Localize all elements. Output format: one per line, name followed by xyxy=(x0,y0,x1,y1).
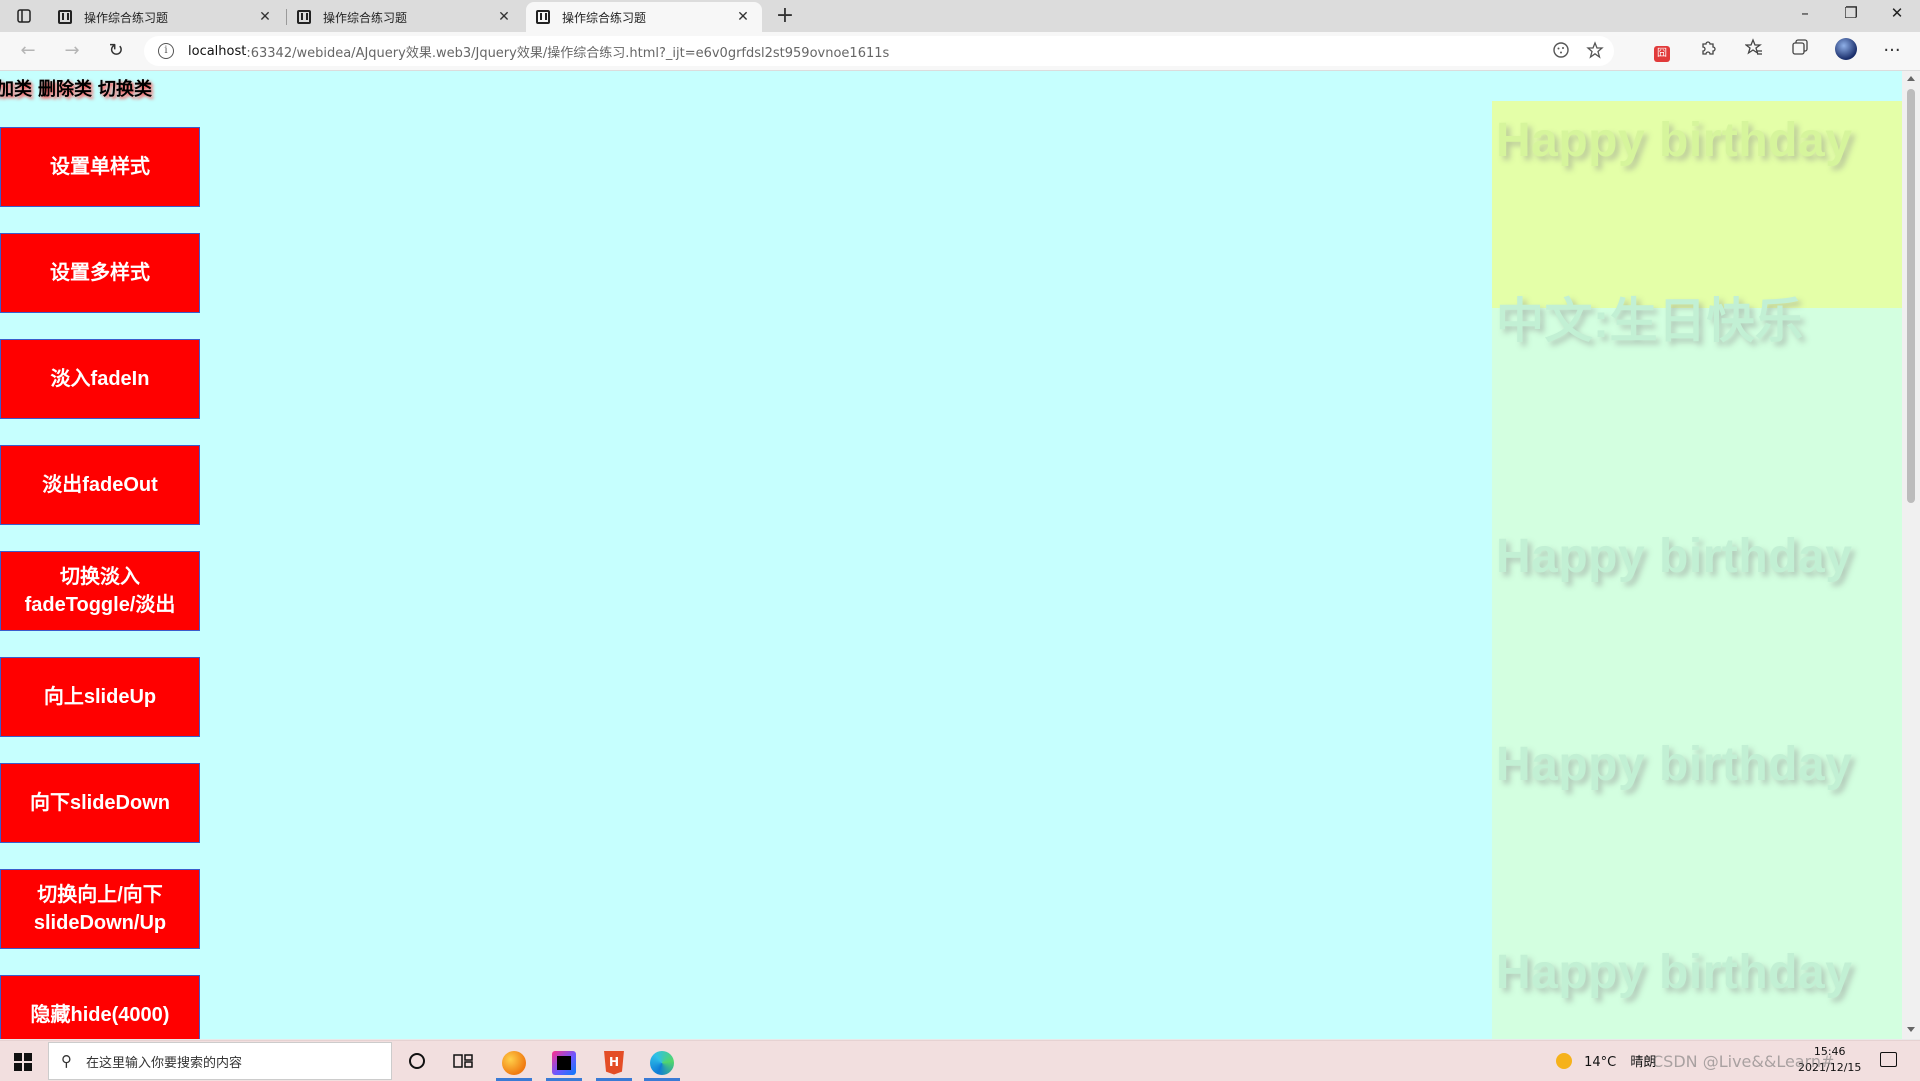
collections-button[interactable] xyxy=(1786,38,1814,64)
task-view-button[interactable] xyxy=(448,1047,478,1075)
taskbar-app-intellij[interactable] xyxy=(544,1044,584,1081)
sun-weather-icon xyxy=(1556,1053,1572,1069)
forward-button[interactable]: → xyxy=(58,38,86,64)
tab-title: 操作综合练习题 xyxy=(562,10,647,25)
tab-close-button[interactable]: ✕ xyxy=(256,9,274,25)
intellij-favicon-icon xyxy=(536,10,550,24)
slide-up-button[interactable]: 向上slideUp xyxy=(0,657,200,737)
more-menu-button[interactable]: ··· xyxy=(1878,38,1906,64)
page-viewport: 加类 删除类 切换类 设置单样式 设置多样式 淡入fadeIn 淡出fadeOut … xyxy=(0,71,1902,1039)
birthday-chinese-text: 中文:生日快乐 xyxy=(1496,295,1804,348)
birthday-repeat-text: Happy birthday xyxy=(1496,530,1853,583)
browser-tab-2[interactable]: 操作综合练习题 ✕ xyxy=(287,2,523,32)
add-favorite-icon[interactable] xyxy=(1586,41,1604,59)
extension-button[interactable]: 囧 xyxy=(1648,38,1676,64)
taskbar-app-html[interactable]: H xyxy=(594,1044,634,1081)
address-bar[interactable]: i localhost:63342/webidea/AJquery效果.web3… xyxy=(144,36,1614,66)
csdn-watermark: CSDN @Live&&Learn# xyxy=(1652,1052,1835,1071)
set-single-style-button[interactable]: 设置单样式 xyxy=(0,127,200,207)
favorites-icon xyxy=(1744,38,1762,55)
close-window-button[interactable]: ✕ xyxy=(1882,4,1912,22)
task-view-icon xyxy=(453,1054,473,1068)
add-class-link[interactable]: 加类 xyxy=(0,79,32,100)
scroll-down-arrow-icon[interactable] xyxy=(1907,1027,1915,1032)
intellij-favicon-icon xyxy=(58,10,72,24)
intellij-app-icon xyxy=(552,1050,576,1075)
scroll-thumb[interactable] xyxy=(1907,89,1915,503)
edge-app-icon xyxy=(650,1050,674,1075)
slide-down-button[interactable]: 向下slideDown xyxy=(0,763,200,843)
site-info-icon[interactable]: i xyxy=(158,43,174,59)
cortana-circle-icon xyxy=(409,1053,425,1069)
fade-out-button[interactable]: 淡出fadeOut xyxy=(0,445,200,525)
search-icon: ⚲ xyxy=(61,1052,72,1070)
notification-center-icon[interactable] xyxy=(1880,1052,1897,1067)
class-links-row: 加类 删除类 切换类 xyxy=(0,75,158,101)
minimize-button[interactable]: – xyxy=(1790,4,1820,22)
profile-button[interactable] xyxy=(1832,38,1860,64)
tab-title: 操作综合练习题 xyxy=(323,10,408,25)
taskbar-app-edge[interactable] xyxy=(642,1044,682,1081)
tab-actions-icon xyxy=(17,9,31,23)
browser-tab-1[interactable]: 操作综合练习题 ✕ xyxy=(48,2,284,32)
birthday-heading: Happy birthday xyxy=(1496,114,1853,167)
browser-tab-3-active[interactable]: 操作综合练习题 ✕ xyxy=(526,2,762,32)
intellij-favicon-icon xyxy=(297,10,311,24)
windows-taskbar: ⚲ 在这里输入你要搜索的内容 H 14°C 晴朗 15:46 2021/12/1… xyxy=(0,1040,1920,1081)
new-tab-button[interactable]: + xyxy=(773,3,797,28)
reader-icon[interactable] xyxy=(1552,41,1570,59)
tab-actions-button[interactable] xyxy=(8,5,40,27)
profile-avatar-icon xyxy=(1835,38,1857,60)
tab-close-button[interactable]: ✕ xyxy=(495,9,513,25)
puzzle-extensions-button[interactable] xyxy=(1694,38,1722,64)
toggle-class-link[interactable]: 切换类 xyxy=(98,79,152,100)
weather-widget[interactable]: 14°C 晴朗 xyxy=(1556,1051,1656,1070)
taskbar-search-box[interactable]: ⚲ 在这里输入你要搜索的内容 xyxy=(48,1042,392,1080)
restore-button[interactable]: ❐ xyxy=(1836,4,1866,22)
tab-title: 操作综合练习题 xyxy=(84,10,169,25)
collections-icon xyxy=(1792,39,1808,55)
fade-toggle-button[interactable]: 切换淡入 fadeToggle/淡出 xyxy=(0,551,200,631)
back-button[interactable]: ← xyxy=(14,38,42,64)
page-scrollbar[interactable] xyxy=(1902,71,1920,1039)
orange-app-icon xyxy=(502,1050,526,1075)
browser-toolbar: ← → ↻ i localhost:63342/webidea/AJquery效… xyxy=(0,32,1920,71)
address-bar-icons xyxy=(1552,41,1604,59)
birthday-repeat-text: Happy birthday xyxy=(1496,946,1853,999)
html5-app-icon: H xyxy=(604,1050,624,1075)
url-host: localhost xyxy=(188,43,247,59)
effect-buttons-column: 设置单样式 设置多样式 淡入fadeIn 淡出fadeOut 切换淡入 fade… xyxy=(0,127,200,1039)
birthday-repeat-text: Happy birthday xyxy=(1496,738,1853,791)
weather-temperature: 14°C xyxy=(1584,1055,1617,1070)
tab-strip: 操作综合练习题 ✕ 操作综合练习题 ✕ 操作综合练习题 ✕ + – ❐ ✕ xyxy=(0,0,1920,33)
set-multiple-styles-button[interactable]: 设置多样式 xyxy=(0,233,200,313)
refresh-button[interactable]: ↻ xyxy=(102,38,130,64)
tab-close-button[interactable]: ✕ xyxy=(734,9,752,25)
hide-4000-button[interactable]: 隐藏hide(4000) xyxy=(0,975,200,1039)
url-path: :63342/webidea/AJquery效果.web3/Jquery效果/操… xyxy=(246,45,890,61)
taskbar-search-placeholder: 在这里输入你要搜索的内容 xyxy=(86,1055,243,1071)
slide-toggle-button[interactable]: 切换向上/向下 slideDown/Up xyxy=(0,869,200,949)
birthday-panel: Happy birthday 中文:生日快乐 Happy birthday Ha… xyxy=(1492,101,1902,1039)
scroll-up-arrow-icon[interactable] xyxy=(1907,76,1915,81)
taskbar-app-orange[interactable] xyxy=(494,1044,534,1081)
remove-class-link[interactable]: 删除类 xyxy=(38,79,92,100)
fade-in-button[interactable]: 淡入fadeIn xyxy=(0,339,200,419)
puzzle-icon xyxy=(1702,41,1716,55)
cortana-button[interactable] xyxy=(402,1047,432,1075)
extension-red-icon: 囧 xyxy=(1654,46,1670,62)
windows-start-icon[interactable] xyxy=(14,1053,32,1071)
favorites-button[interactable] xyxy=(1740,38,1768,64)
